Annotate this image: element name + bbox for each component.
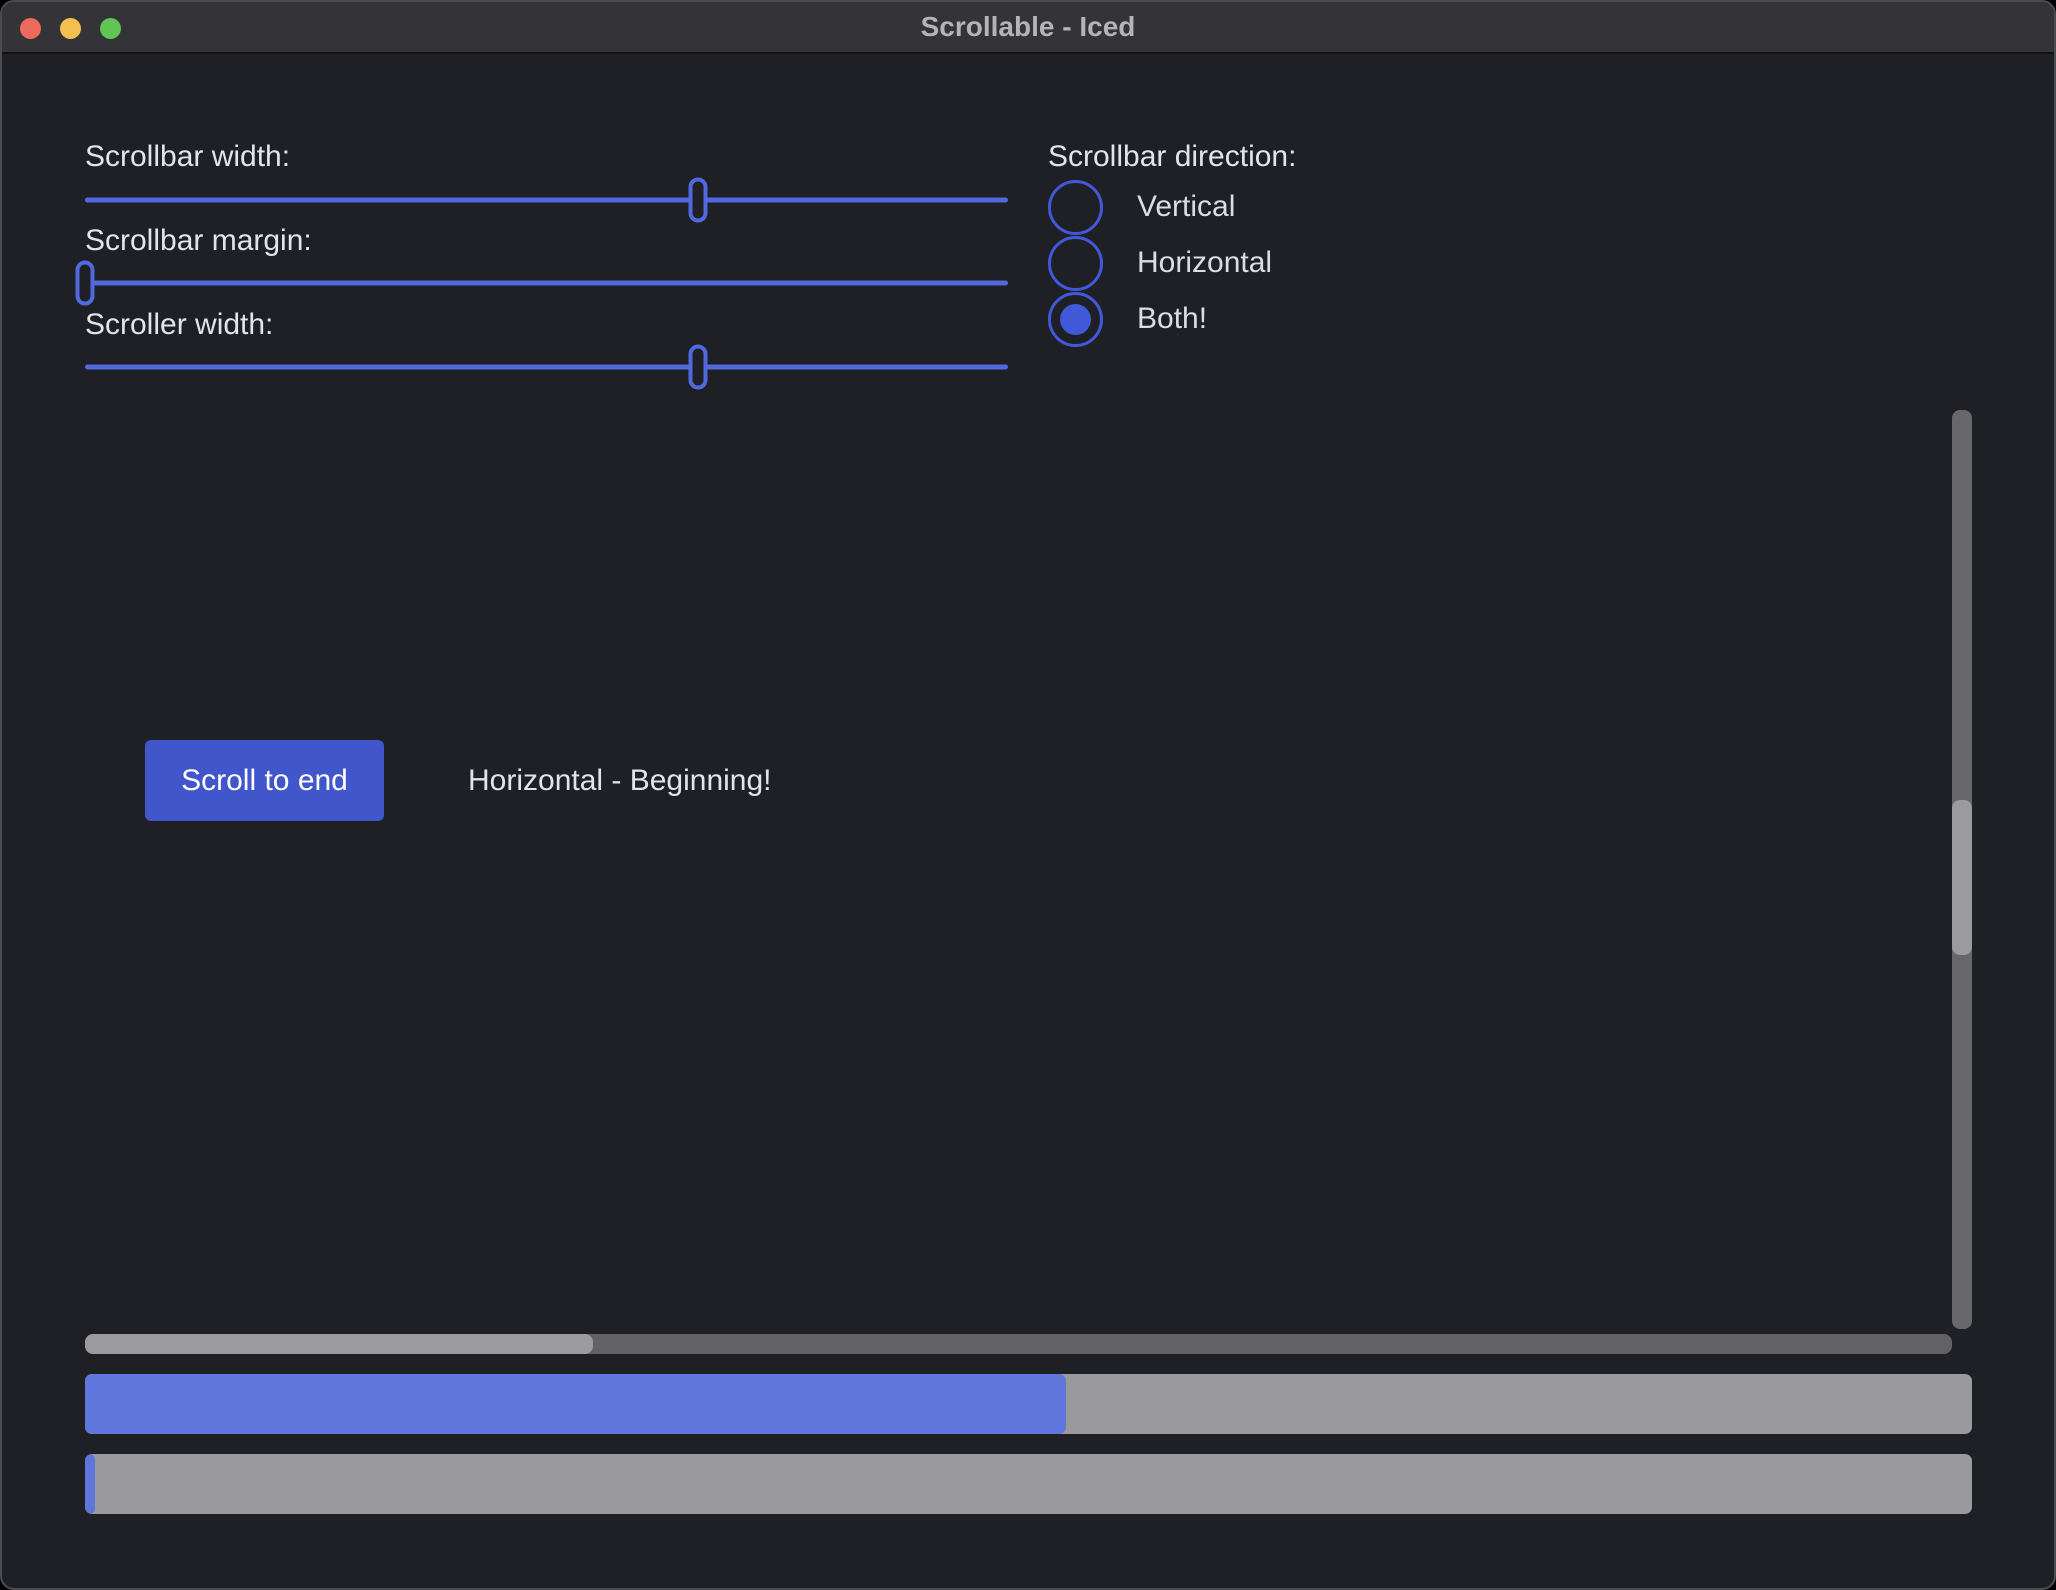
progress-fill	[85, 1454, 95, 1514]
radio-circle[interactable]	[1048, 292, 1103, 347]
slider-handle[interactable]	[76, 261, 95, 306]
vertical-scroll-progress-bar	[85, 1454, 1972, 1514]
horizontal-scroll-progress-bar	[85, 1374, 1972, 1434]
scroll-status-text: Horizontal - Beginning!	[468, 740, 772, 821]
radio-both[interactable]: Both!	[1048, 291, 1207, 347]
radio-circle[interactable]	[1048, 236, 1103, 291]
vertical-scroller[interactable]	[1952, 800, 1972, 955]
horizontal-scrollbar[interactable]	[85, 1334, 1952, 1354]
window-title: Scrollable - Iced	[2, 2, 2054, 52]
scroller-width-slider[interactable]	[85, 345, 1008, 389]
vertical-scrollbar[interactable]	[1952, 410, 1972, 1329]
horizontal-scroller[interactable]	[85, 1334, 593, 1354]
radio-vertical-label: Vertical	[1137, 190, 1235, 224]
slider-rail[interactable]	[85, 281, 1008, 286]
scroll-to-end-button[interactable]: Scroll to end	[145, 740, 384, 821]
radio-circle[interactable]	[1048, 180, 1103, 235]
scrollbar-margin-label: Scrollbar margin:	[85, 224, 312, 258]
radio-both-label: Both!	[1137, 302, 1207, 336]
slider-handle[interactable]	[688, 178, 707, 223]
slider-handle[interactable]	[688, 345, 707, 390]
scrollbar-width-label: Scrollbar width:	[85, 140, 290, 174]
slider-rail[interactable]	[85, 198, 1008, 203]
slider-rail[interactable]	[85, 365, 1008, 370]
radio-dot	[1060, 304, 1091, 335]
radio-horizontal-label: Horizontal	[1137, 246, 1272, 280]
radio-vertical[interactable]: Vertical	[1048, 179, 1235, 235]
titlebar[interactable]: Scrollable - Iced	[2, 2, 2054, 54]
radio-horizontal[interactable]: Horizontal	[1048, 235, 1272, 291]
scrollbar-margin-slider[interactable]	[85, 261, 1008, 305]
scroller-width-label: Scroller width:	[85, 308, 273, 342]
scrollbar-width-slider[interactable]	[85, 178, 1008, 222]
scrollbar-direction-label: Scrollbar direction:	[1048, 140, 1296, 174]
app-window: Scrollable - Iced Scrollbar width: Scrol…	[0, 0, 2056, 1590]
progress-fill	[85, 1374, 1066, 1434]
